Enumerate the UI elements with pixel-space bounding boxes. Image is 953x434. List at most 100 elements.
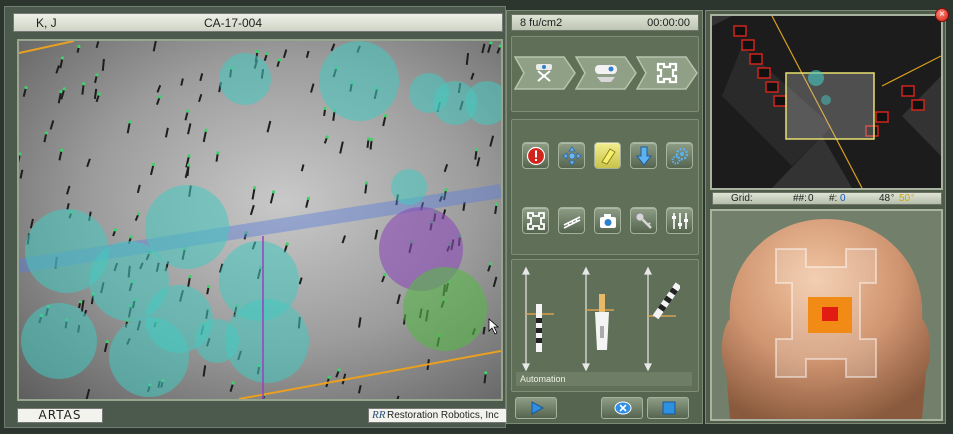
live-camera-view[interactable] — [17, 39, 503, 401]
follicle-marker — [383, 273, 387, 277]
play-icon — [531, 401, 544, 415]
follicle-marker — [337, 368, 341, 372]
follicle-marker — [327, 375, 331, 379]
snapshot-button[interactable] — [594, 207, 621, 234]
close-button[interactable]: × — [935, 8, 949, 22]
follicle-marker — [474, 148, 479, 152]
follicle-marker — [77, 44, 81, 49]
grid-tensioner-button[interactable] — [522, 207, 549, 234]
follicle-marker — [188, 275, 192, 279]
punch-depth-slider[interactable] — [518, 266, 558, 374]
grid-status-bar: Grid: ##: 0 #: 0 48 ° 50 ° — [712, 192, 942, 205]
settings-button[interactable] — [666, 142, 693, 169]
move-button[interactable] — [558, 142, 585, 169]
harvest-mode-button[interactable] — [514, 55, 576, 91]
grid-tensioner-icon — [527, 212, 545, 230]
measure-button[interactable] — [558, 207, 585, 234]
adjust-button[interactable] — [666, 207, 693, 234]
skip-icon — [614, 401, 632, 415]
follicle-marker — [113, 228, 118, 232]
follicle-marker — [204, 128, 208, 132]
artas-app-window: K, J CA-17-004 ARTAS RR Restoration Robo… — [0, 0, 953, 434]
angled-tool-icon — [652, 282, 680, 320]
highlight-icon — [601, 148, 616, 165]
hair-follicle — [186, 165, 190, 177]
company-name: Restoration Robotics, Inc — [387, 410, 499, 421]
patient-info-bar: K, J CA-17-004 — [13, 13, 503, 32]
follicle-marker — [277, 58, 282, 62]
next-target-circle — [403, 267, 487, 351]
follicle-marker — [82, 82, 86, 86]
grid-section-marker — [773, 95, 787, 107]
skip-target-button[interactable] — [601, 397, 643, 419]
key-button[interactable] — [630, 207, 657, 234]
move-icon — [562, 146, 582, 166]
key-icon — [635, 212, 652, 229]
hair-follicle — [93, 88, 98, 99]
grid-mode-button[interactable] — [636, 55, 698, 91]
highlight-button[interactable] — [594, 142, 621, 169]
emergency-stop-button[interactable] — [522, 142, 549, 169]
procedure-timer: 00:00:00 — [647, 17, 690, 29]
move-down-button[interactable] — [630, 142, 657, 169]
harvested-site-circle — [391, 169, 427, 205]
stop-button[interactable] — [647, 397, 689, 419]
dissection-depth-slider[interactable] — [578, 266, 618, 374]
artas-logo: ARTAS — [17, 408, 103, 423]
stop-square-icon — [662, 401, 676, 415]
follicle-marker — [484, 371, 488, 375]
angle-depth-slider[interactable] — [640, 266, 680, 374]
follicle-marker — [62, 87, 66, 91]
harvested-count-value: 0 — [808, 193, 814, 204]
hair-follicle — [465, 52, 470, 66]
follicle-marker — [364, 181, 369, 185]
grid-overview-camera[interactable] — [710, 14, 943, 190]
implant-mode-button[interactable] — [575, 55, 637, 91]
hair-follicle — [482, 326, 486, 335]
follicle-marker — [306, 196, 310, 200]
automation-label: Automation — [516, 372, 692, 386]
follicle-marker — [60, 56, 65, 60]
follicle-marker — [78, 300, 82, 304]
patient-name: K, J — [36, 16, 57, 30]
follicle-marker — [323, 106, 327, 111]
hair-follicle — [81, 83, 85, 95]
grid-section-marker — [757, 67, 771, 79]
brand-bar: ARTAS RR Restoration Robotics, Inc — [13, 406, 507, 424]
follicle-marker — [186, 163, 191, 167]
head-position-map[interactable] — [710, 209, 943, 421]
follicle-marker — [129, 235, 133, 239]
grid-section-marker — [765, 81, 779, 93]
follicle-marker — [59, 148, 64, 152]
close-icon: × — [939, 9, 945, 20]
case-id: CA-17-004 — [204, 16, 263, 30]
follicle-marker — [370, 138, 374, 142]
grid-section-marker — [911, 99, 925, 111]
follicle-marker — [59, 90, 63, 94]
harvested-count-label: ##: — [793, 193, 807, 204]
harvested-site-circle — [219, 53, 271, 105]
play-button[interactable] — [515, 397, 557, 419]
follicle-marker — [489, 262, 493, 266]
follicle-marker — [383, 114, 388, 118]
follicle-marker — [187, 154, 191, 158]
follicle-marker — [128, 120, 132, 124]
grid-section-marker — [749, 53, 763, 65]
current-position-marker — [822, 307, 838, 321]
follicle-marker — [136, 212, 141, 216]
down-arrow-icon — [635, 146, 653, 166]
punch-tool-icon — [536, 304, 542, 352]
harvested-site-circle — [109, 317, 189, 397]
grid-section-marker — [733, 25, 747, 37]
follicle-marker — [255, 49, 260, 54]
harvested-site-circle — [319, 41, 399, 121]
control-panel: 8 fu/cm2 00:00:00 Automation — [506, 10, 703, 424]
harvested-site-circle — [225, 299, 309, 383]
follicle-marker — [325, 135, 329, 139]
follicle-marker — [366, 137, 371, 141]
follicle-marker — [271, 190, 276, 194]
camera-panel: K, J CA-17-004 ARTAS RR Restoration Robo… — [4, 6, 507, 428]
status-bar: 8 fu/cm2 00:00:00 — [511, 14, 699, 31]
follicle-marker — [158, 95, 162, 99]
follicle-marker — [494, 202, 499, 206]
